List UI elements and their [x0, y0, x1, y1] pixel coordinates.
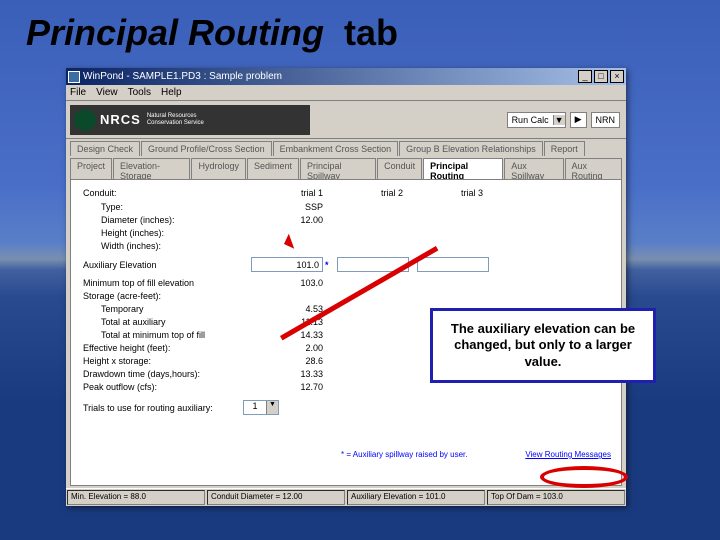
menu-file[interactable]: File — [70, 87, 86, 98]
row-aux-elevation: Auxiliary Elevation * — [83, 257, 609, 272]
title-pre: Principal Routing — [26, 12, 324, 53]
nrcs-sub: Natural Resources Conservation Service — [147, 113, 204, 127]
banner: NRCS Natural Resources Conservation Serv… — [66, 101, 626, 139]
view-routing-messages-link[interactable]: View Routing Messages — [525, 450, 611, 459]
close-button[interactable]: × — [610, 70, 624, 83]
column-headers: Conduit: trial 1 trial 2 trial 3 — [83, 188, 609, 198]
status-top-dam: Top Of Dam = 103.0 — [487, 490, 625, 505]
menu-help[interactable]: Help — [161, 87, 182, 98]
minimize-button[interactable]: _ — [578, 70, 592, 83]
tab-group-b[interactable]: Group B Elevation Relationships — [399, 141, 543, 156]
menu-tools[interactable]: Tools — [128, 87, 151, 98]
row-minfill: Minimum top of fill elevation 103.0 — [83, 278, 609, 288]
next-button[interactable]: ▶ — [570, 112, 587, 128]
nrcs-abbr: NRCS — [100, 112, 141, 127]
tab-row-1: Design Check Ground Profile/Cross Sectio… — [66, 139, 626, 156]
menu-view[interactable]: View — [96, 87, 118, 98]
run-calc-dropdown[interactable]: Run Calc ▼ — [507, 112, 566, 128]
nrn-button[interactable]: NRN — [591, 112, 621, 128]
app-window: WinPond - SAMPLE1.PD3 : Sample problem _… — [66, 68, 626, 506]
app-icon — [68, 71, 80, 83]
chevron-down-icon: ▼ — [553, 115, 565, 125]
usda-seal-icon — [74, 109, 96, 131]
tab-report[interactable]: Report — [544, 141, 585, 156]
status-conduit: Conduit Diameter = 12.00 — [207, 490, 345, 505]
chevron-down-icon: ▼ — [266, 401, 278, 414]
aux-note: * = Auxiliary spillway raised by user. — [341, 450, 468, 459]
row-height: Height (inches): — [83, 228, 609, 238]
aux-elevation-input[interactable] — [251, 257, 323, 272]
tab-design-check[interactable]: Design Check — [70, 141, 140, 156]
aux-asterisk: * — [325, 260, 329, 270]
callout-box: The auxiliary elevation can be changed, … — [430, 308, 656, 383]
tab-embankment[interactable]: Embankment Cross Section — [273, 141, 399, 156]
row-type: Type: SSP — [83, 202, 609, 212]
row-diameter: Diameter (inches): 12.00 — [83, 215, 609, 225]
status-bar: Min. Elevation = 88.0 Conduit Diameter =… — [66, 488, 626, 506]
row-trials: Trials to use for routing auxiliary: 1 ▼ — [83, 400, 609, 415]
row-peak: Peak outflow (cfs): 12.70 — [83, 382, 609, 392]
maximize-button[interactable]: □ — [594, 70, 608, 83]
tab-ground-profile[interactable]: Ground Profile/Cross Section — [141, 141, 272, 156]
nrcs-logo: NRCS Natural Resources Conservation Serv… — [70, 105, 310, 135]
title-text: WinPond - SAMPLE1.PD3 : Sample problem — [83, 71, 282, 82]
status-aux-elev: Auxiliary Elevation = 101.0 — [347, 490, 485, 505]
row-storage: Storage (acre-feet): — [83, 291, 609, 301]
slide-title: Principal Routing tab — [0, 0, 720, 54]
titlebar: WinPond - SAMPLE1.PD3 : Sample problem _… — [66, 68, 626, 85]
title-post: tab — [344, 12, 398, 53]
aux-input-trial2[interactable] — [337, 257, 409, 272]
trials-spinbox[interactable]: 1 ▼ — [243, 400, 279, 415]
aux-input-trial3[interactable] — [417, 257, 489, 272]
menubar: File View Tools Help — [66, 85, 626, 101]
status-min-elev: Min. Elevation = 88.0 — [67, 490, 205, 505]
row-width: Width (inches): — [83, 241, 609, 251]
